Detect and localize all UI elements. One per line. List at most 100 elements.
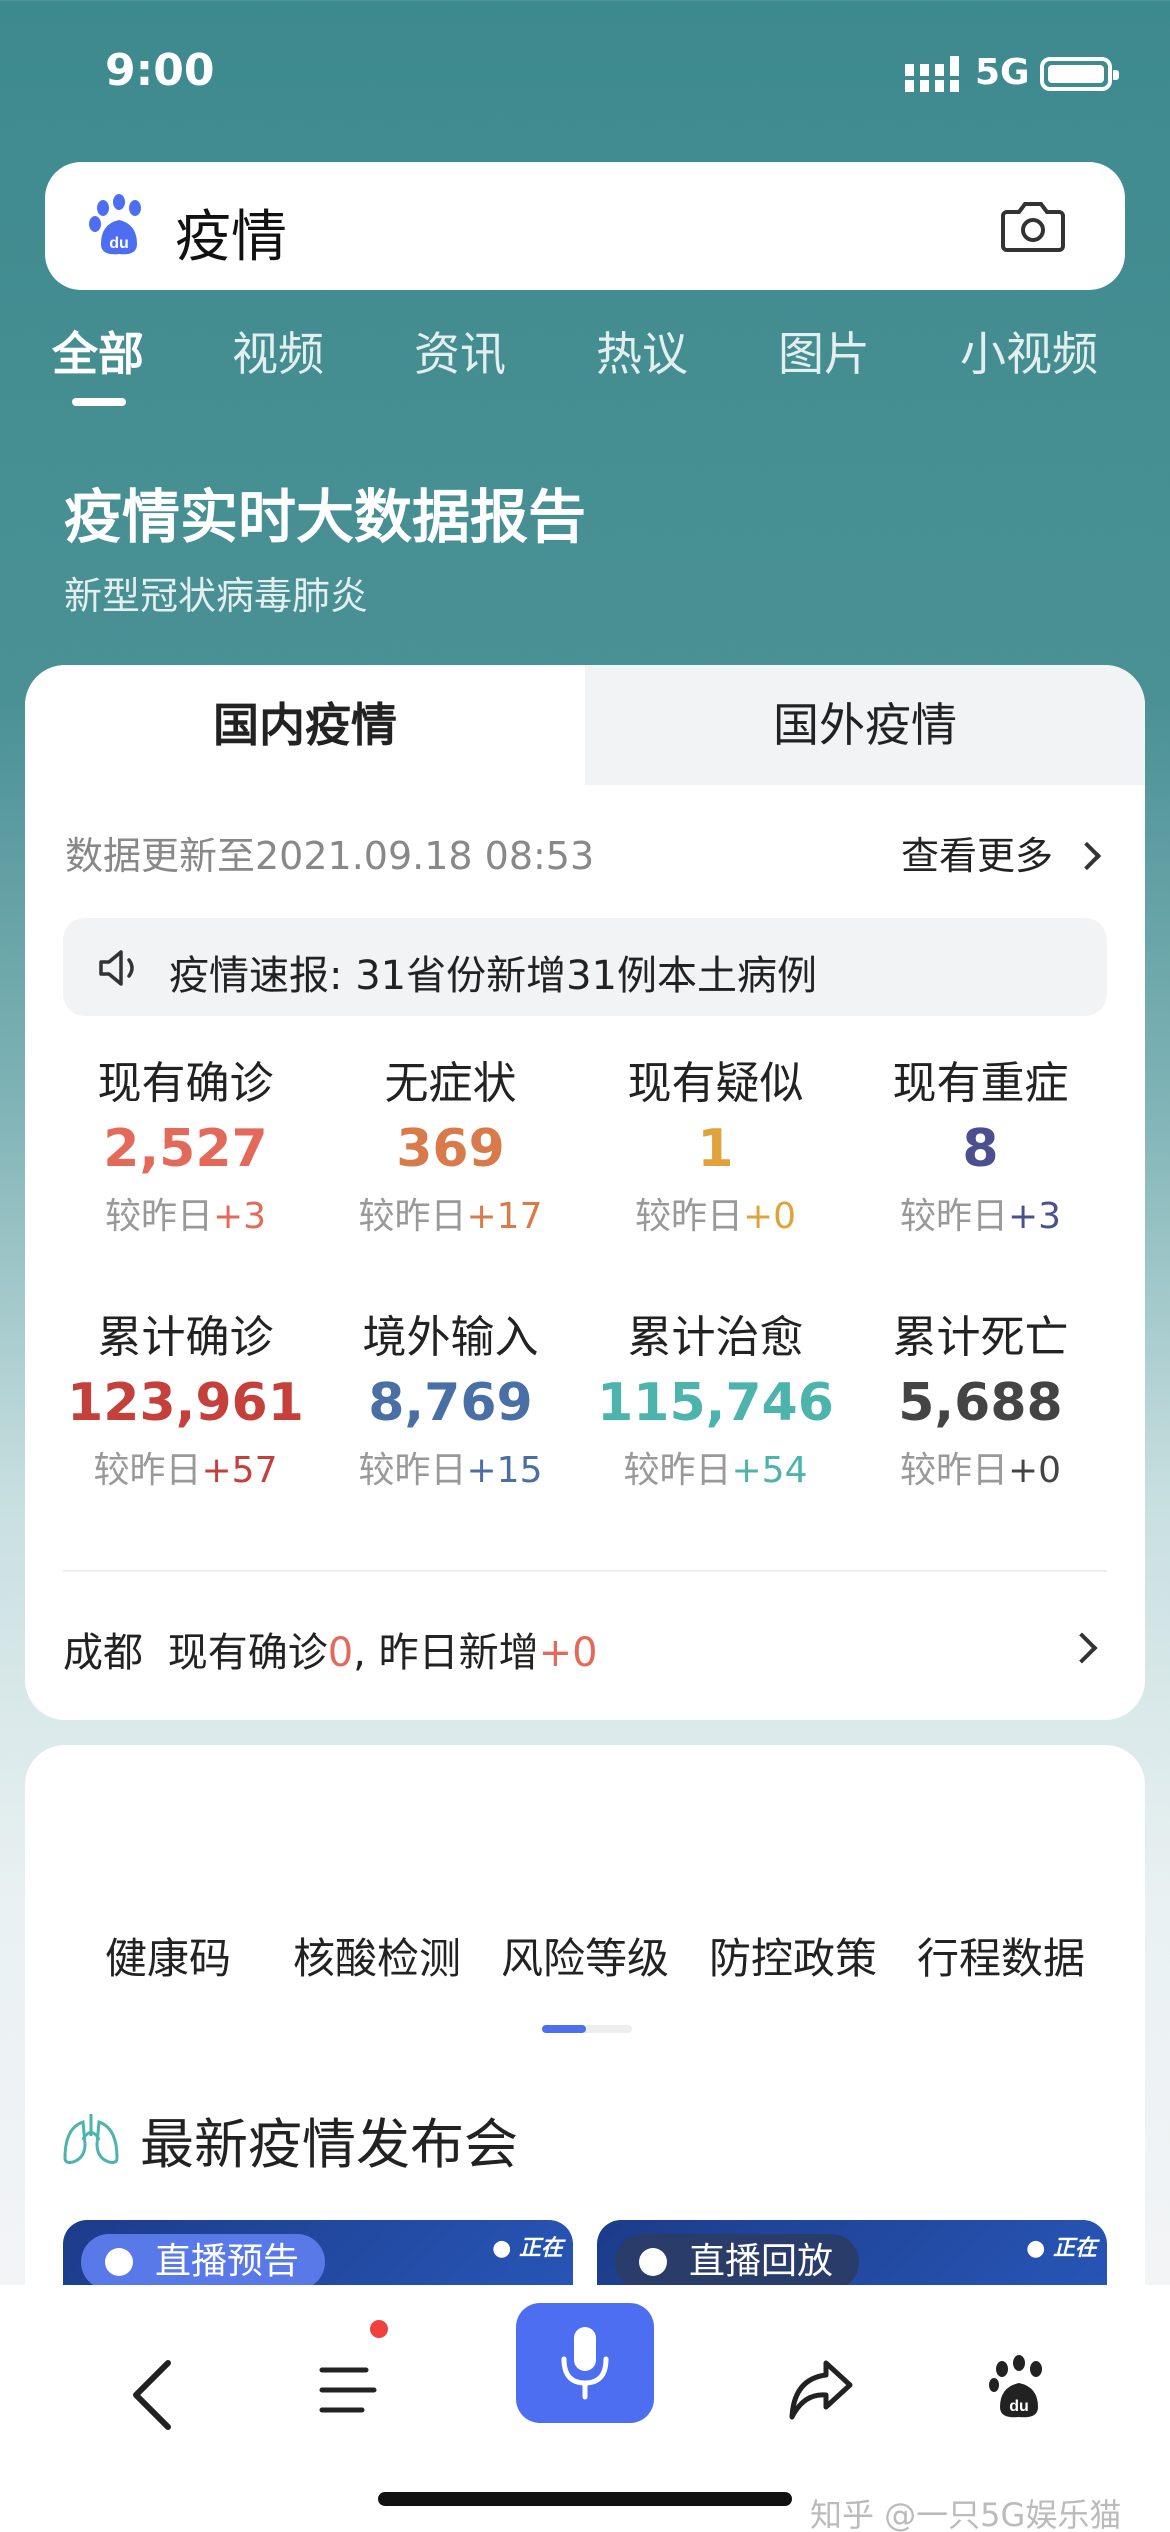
stat-delta-value: +17 xyxy=(466,1196,543,1237)
stat-item: 境外输入 8,769 较昨日+15 xyxy=(318,1301,583,1493)
service-risk-level[interactable]: 风险等级 xyxy=(501,1925,669,1986)
stat-value: 369 xyxy=(396,1119,505,1179)
city-new-value: +0 xyxy=(538,1630,598,1676)
update-time: 数据更新至2021.09.18 08:53 xyxy=(65,834,595,878)
baidu-home-icon[interactable]: du xyxy=(988,2355,1050,2421)
stat-delta: 较昨日+54 xyxy=(583,1441,848,1493)
stat-delta-prefix: 较昨日 xyxy=(358,1196,467,1237)
stat-delta-prefix: 较昨日 xyxy=(104,1196,213,1237)
stat-delta-value: +0 xyxy=(1007,1450,1062,1491)
speaker-icon xyxy=(99,950,134,986)
stat-delta-prefix: 较昨日 xyxy=(899,1450,1008,1491)
stat-value: 2,527 xyxy=(103,1119,268,1179)
back-icon[interactable] xyxy=(120,2355,190,2435)
stat-delta-prefix: 较昨日 xyxy=(623,1450,732,1491)
svg-text:du: du xyxy=(1009,2398,1029,2415)
see-more-label: 查看更多 xyxy=(900,834,1053,878)
service-itinerary[interactable]: 行程数据 xyxy=(917,1925,1085,1986)
stat-label: 累计死亡 xyxy=(892,1312,1069,1363)
stat-delta-prefix: 较昨日 xyxy=(358,1450,467,1491)
city-new-label: 昨日新增 xyxy=(378,1630,539,1676)
stat-delta-prefix: 较昨日 xyxy=(93,1450,202,1491)
stat-delta-value: +57 xyxy=(201,1450,278,1491)
stat-label: 累计确诊 xyxy=(97,1312,274,1363)
news-flash-text: 疫情速报: 31省份新增31例本土病例 xyxy=(169,953,817,999)
tab-discussion[interactable]: 热议 xyxy=(596,318,688,384)
search-query[interactable]: 疫情 xyxy=(175,192,287,273)
share-icon[interactable] xyxy=(786,2357,856,2423)
see-more-link[interactable]: 查看更多 xyxy=(900,825,1102,880)
stat-item: 现有疑似 1 较昨日+0 xyxy=(583,1047,848,1239)
page-indicator xyxy=(542,2025,632,2033)
stat-delta-value: +0 xyxy=(742,1196,797,1237)
camera-icon[interactable] xyxy=(1001,198,1065,254)
stat-item: 累计死亡 5,688 较昨日+0 xyxy=(848,1301,1113,1493)
badge-label: 直播预告 xyxy=(155,2241,300,2282)
city-summary[interactable]: 成都 现有确诊0, 昨日新增+0 xyxy=(63,1620,598,1678)
city-current-value: 0 xyxy=(327,1630,354,1676)
stat-label: 现有疑似 xyxy=(627,1058,804,1109)
baidu-paw-icon: du xyxy=(89,194,141,255)
stat-delta: 较昨日+15 xyxy=(318,1441,583,1493)
city-separator: , xyxy=(353,1630,379,1676)
network-label: 5G xyxy=(975,52,1030,93)
service-policy[interactable]: 防控政策 xyxy=(709,1925,877,1986)
stat-delta: 较昨日+3 xyxy=(53,1187,318,1239)
svg-text:du: du xyxy=(109,235,129,252)
stat-item: 无症状 369 较昨日+17 xyxy=(318,1047,583,1239)
microphone-icon xyxy=(561,2327,609,2400)
epidemic-stats-card: 国外疫情 国内疫情 数据更新至2021.09.18 08:53 查看更多 疫情速… xyxy=(25,665,1145,1720)
tab-video[interactable]: 视频 xyxy=(232,318,324,384)
stat-value: 115,746 xyxy=(597,1373,834,1433)
stat-label: 境外输入 xyxy=(362,1312,539,1363)
tab-foreign-epidemic[interactable]: 国外疫情 xyxy=(585,665,1145,785)
stat-delta-value: +3 xyxy=(212,1196,267,1237)
news-flash-banner[interactable]: 疫情速报: 31省份新增31例本土病例 xyxy=(63,918,1107,1016)
stat-item: 现有重症 8 较昨日+3 xyxy=(848,1047,1113,1239)
stat-label: 无症状 xyxy=(384,1058,517,1109)
chevron-right-icon[interactable] xyxy=(1066,1632,1098,1664)
stat-delta: 较昨日+3 xyxy=(848,1187,1113,1239)
stat-delta-value: +3 xyxy=(1007,1196,1062,1237)
live-preview-badge: 直播预告 xyxy=(81,2234,326,2290)
stat-value: 123,961 xyxy=(67,1373,304,1433)
active-tab-indicator xyxy=(72,398,126,406)
voice-search-button[interactable] xyxy=(516,2303,654,2423)
cctv-logo: ● 正在 xyxy=(492,2236,563,2261)
status-time: 9:00 xyxy=(105,45,215,96)
divider xyxy=(63,1570,1107,1572)
lungs-icon xyxy=(63,2114,119,2164)
stat-label: 现有确诊 xyxy=(97,1058,274,1109)
tab-domestic-epidemic[interactable]: 国内疫情 xyxy=(25,665,585,785)
stat-delta: 较昨日+17 xyxy=(318,1187,583,1239)
watermark: 知乎 @一只5G娱乐猫 xyxy=(810,2496,1122,2532)
status-bar: 9:00 5G xyxy=(0,0,1170,150)
stat-delta: 较昨日+0 xyxy=(848,1441,1113,1493)
stat-item: 现有确诊 2,527 较昨日+3 xyxy=(53,1047,318,1239)
tab-news[interactable]: 资讯 xyxy=(414,318,506,384)
stat-delta-value: +54 xyxy=(731,1450,808,1491)
service-nucleic-test[interactable]: 核酸检测 xyxy=(293,1925,461,1986)
stat-label: 现有重症 xyxy=(892,1058,1069,1109)
report-title: 疫情实时大数据报告 xyxy=(64,483,587,551)
stat-value: 5,688 xyxy=(898,1373,1063,1433)
search-box[interactable]: du 疫情 xyxy=(45,162,1125,290)
battery-icon xyxy=(1040,57,1119,91)
search-tabs: 全部 视频 资讯 热议 图片 小视频 xyxy=(0,318,1170,408)
service-health-code[interactable]: 健康码 xyxy=(105,1925,231,1986)
stat-delta: 较昨日+57 xyxy=(53,1441,318,1493)
stat-value: 1 xyxy=(697,1119,734,1179)
report-subtitle: 新型冠状病毒肺炎 xyxy=(64,574,369,618)
signal-icon xyxy=(905,56,959,92)
menu-icon[interactable] xyxy=(318,2360,378,2420)
stat-label: 累计治愈 xyxy=(627,1312,804,1363)
badge-label: 直播回放 xyxy=(689,2241,834,2282)
home-indicator xyxy=(378,2492,792,2506)
tab-short-video[interactable]: 小视频 xyxy=(960,318,1098,384)
play-icon xyxy=(639,2248,667,2276)
stat-delta-value: +15 xyxy=(466,1450,543,1491)
stat-value: 8,769 xyxy=(368,1373,533,1433)
press-section-title: 最新疫情发布会 xyxy=(140,2113,518,2176)
tab-all[interactable]: 全部 xyxy=(52,318,144,384)
tab-images[interactable]: 图片 xyxy=(778,318,870,384)
